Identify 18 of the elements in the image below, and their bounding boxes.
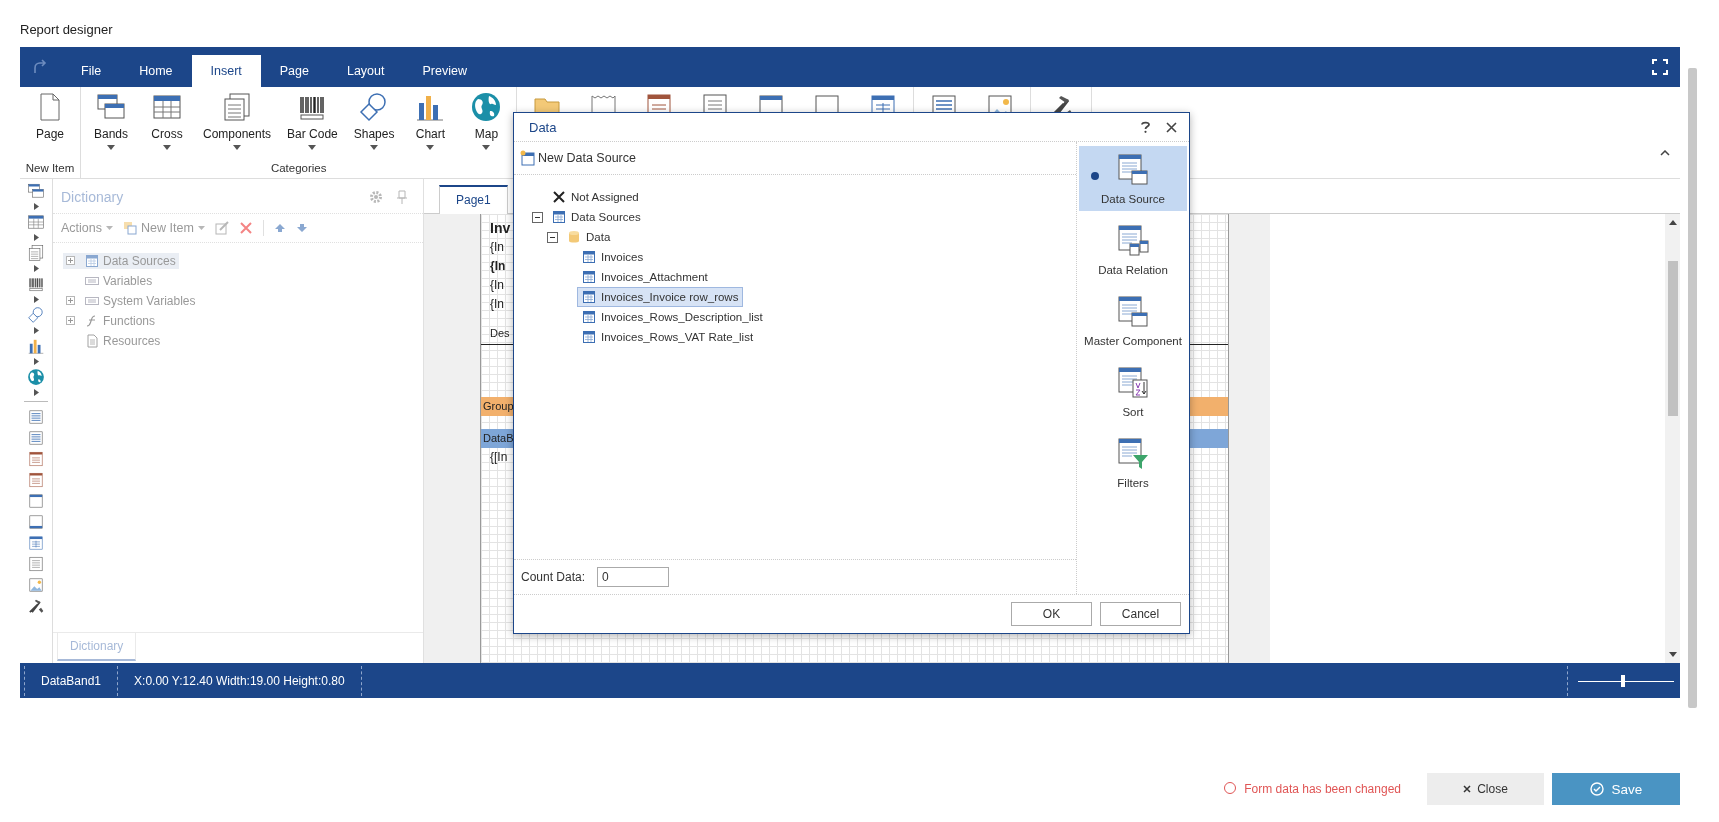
panel-title: Dictionary xyxy=(61,188,125,205)
data-band-label: DataB xyxy=(483,432,514,445)
report-text: {In xyxy=(490,297,504,312)
report-text: Inv xyxy=(490,219,511,236)
position-readout: X:0.00 Y:12.40 Width:19.00 Height:0.80 xyxy=(133,673,346,688)
report-text: {[In xyxy=(490,450,508,465)
page-title: Report designer xyxy=(20,22,113,37)
report-text: Des xyxy=(490,326,510,339)
report-text: {In xyxy=(490,278,504,293)
dialog-title: Data xyxy=(529,119,558,135)
group-band-label: Group xyxy=(483,400,514,413)
report-text: {In xyxy=(490,240,504,255)
count-label: Count Data: xyxy=(521,570,586,584)
group-label: New Item xyxy=(24,161,76,176)
group-label: Categories xyxy=(269,161,328,176)
report-text: {In xyxy=(490,259,506,274)
component-name: DataBand1 xyxy=(40,673,103,688)
status-message: Form data has been changed xyxy=(1224,782,1401,796)
